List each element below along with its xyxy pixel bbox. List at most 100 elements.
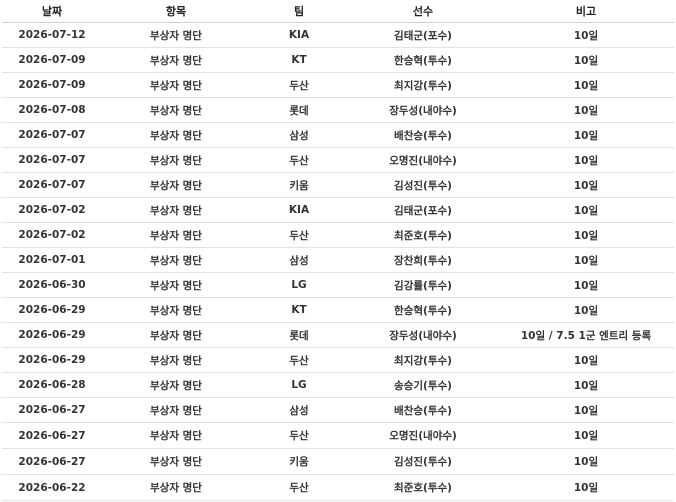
note-cell: 10일 <box>498 122 674 148</box>
date-cell: 2026-06-27 <box>2 448 102 475</box>
item-cell: 부상자 명단 <box>102 448 250 475</box>
team-cell: 두산 <box>250 72 348 98</box>
team-cell: 삼성 <box>250 397 348 423</box>
team-cell: 두산 <box>250 474 348 501</box>
team-cell: KIA <box>250 197 348 223</box>
table-row: 2026-06-22 부상자 명단 두산 최준호(투수) 10일 <box>2 474 674 501</box>
team-cell: 키움 <box>250 172 348 198</box>
table-row: 2026-07-07 부상자 명단 삼성 배찬승(투수) 10일 <box>2 122 674 148</box>
note-cell: 10일 <box>498 172 674 198</box>
player-cell: 한승혁(투수) <box>348 47 498 73</box>
date-cell: 2026-07-01 <box>2 247 102 273</box>
note-cell: 10일 <box>498 474 674 501</box>
table-row: 2026-07-09 부상자 명단 KT 한승혁(투수) 10일 <box>2 47 674 73</box>
date-cell: 2026-07-07 <box>2 172 102 198</box>
header-player: 선수 <box>348 0 498 23</box>
player-cell: 최준호(투수) <box>348 222 498 248</box>
table-row: 2026-07-01 부상자 명단 삼성 장찬희(투수) 10일 <box>2 247 674 273</box>
item-cell: 부상자 명단 <box>102 272 250 298</box>
item-cell: 부상자 명단 <box>102 422 250 449</box>
table-row: 2026-07-07 부상자 명단 두산 오명진(내야수) 10일 <box>2 147 674 173</box>
note-cell: 10일 <box>498 147 674 173</box>
note-cell: 10일 <box>498 197 674 223</box>
header-note: 비고 <box>498 0 674 23</box>
team-cell: 삼성 <box>250 247 348 273</box>
team-cell: 두산 <box>250 147 348 173</box>
note-cell: 10일 <box>498 97 674 123</box>
table-row: 2026-07-02 부상자 명단 KIA 김태군(포수) 10일 <box>2 197 674 223</box>
header-date: 날짜 <box>2 0 102 23</box>
date-cell: 2026-07-08 <box>2 97 102 123</box>
item-cell: 부상자 명단 <box>102 72 250 98</box>
note-cell: 10일 <box>498 297 674 323</box>
item-cell: 부상자 명단 <box>102 397 250 423</box>
date-cell: 2026-06-29 <box>2 322 102 348</box>
table-row: 2026-07-09 부상자 명단 두산 최지강(투수) 10일 <box>2 72 674 98</box>
date-cell: 2026-06-30 <box>2 272 102 298</box>
injury-list-page: 날짜 항목 팀 선수 비고 2026-07-12 부상자 명단 KIA 김태군(포수)… <box>0 0 676 502</box>
date-cell: 2026-07-09 <box>2 47 102 73</box>
table-row: 2026-06-27 부상자 명단 키움 김성진(투수) 10일 <box>2 448 674 475</box>
team-cell: LG <box>250 372 348 398</box>
player-cell: 장두성(내야수) <box>348 97 498 123</box>
player-cell: 최지강(투수) <box>348 72 498 98</box>
item-cell: 부상자 명단 <box>102 372 250 398</box>
player-cell: 김태군(포수) <box>348 197 498 223</box>
table-row: 2026-07-08 부상자 명단 롯데 장두성(내야수) 10일 <box>2 97 674 123</box>
team-cell: KIA <box>250 22 348 48</box>
date-cell: 2026-07-02 <box>2 197 102 223</box>
date-cell: 2026-06-27 <box>2 397 102 423</box>
item-cell: 부상자 명단 <box>102 222 250 248</box>
team-cell: KT <box>250 47 348 73</box>
item-cell: 부상자 명단 <box>102 172 250 198</box>
player-cell: 송승기(투수) <box>348 372 498 398</box>
table-row: 2026-07-07 부상자 명단 키움 김성진(투수) 10일 <box>2 172 674 198</box>
team-cell: 삼성 <box>250 122 348 148</box>
date-cell: 2026-07-09 <box>2 72 102 98</box>
date-cell: 2026-06-29 <box>2 297 102 323</box>
header-row: 날짜 항목 팀 선수 비고 <box>2 0 674 23</box>
team-cell: 두산 <box>250 222 348 248</box>
team-cell: KT <box>250 297 348 323</box>
player-cell: 김성진(투수) <box>348 448 498 475</box>
date-cell: 2026-06-22 <box>2 474 102 501</box>
note-cell: 10일 <box>498 247 674 273</box>
team-cell: LG <box>250 272 348 298</box>
date-cell: 2026-07-07 <box>2 122 102 148</box>
player-cell: 최준호(투수) <box>348 474 498 501</box>
team-cell: 두산 <box>250 422 348 449</box>
note-cell: 10일 <box>498 422 674 449</box>
table-header: 날짜 항목 팀 선수 비고 <box>2 0 674 23</box>
item-cell: 부상자 명단 <box>102 322 250 348</box>
table-row: 2026-07-12 부상자 명단 KIA 김태군(포수) 10일 <box>2 22 674 48</box>
team-cell: 롯데 <box>250 322 348 348</box>
item-cell: 부상자 명단 <box>102 97 250 123</box>
note-cell: 10일 <box>498 222 674 248</box>
date-cell: 2026-06-28 <box>2 372 102 398</box>
note-cell: 10일 <box>498 47 674 73</box>
note-cell: 10일 / 7.5 1군 엔트리 등록 <box>498 322 674 348</box>
note-cell: 10일 <box>498 272 674 298</box>
player-cell: 최지강(투수) <box>348 347 498 373</box>
item-cell: 부상자 명단 <box>102 197 250 223</box>
item-cell: 부상자 명단 <box>102 22 250 48</box>
table-row: 2026-06-27 부상자 명단 두산 오명진(내야수) 10일 <box>2 422 674 449</box>
item-cell: 부상자 명단 <box>102 297 250 323</box>
note-cell: 10일 <box>498 372 674 398</box>
player-cell: 김태군(포수) <box>348 22 498 48</box>
player-cell: 장찬희(투수) <box>348 247 498 273</box>
header-item: 항목 <box>102 0 250 23</box>
team-cell: 두산 <box>250 347 348 373</box>
player-cell: 한승혁(투수) <box>348 297 498 323</box>
date-cell: 2026-07-12 <box>2 22 102 48</box>
note-cell: 10일 <box>498 22 674 48</box>
note-cell: 10일 <box>498 347 674 373</box>
item-cell: 부상자 명단 <box>102 247 250 273</box>
item-cell: 부상자 명단 <box>102 474 250 501</box>
date-cell: 2026-07-07 <box>2 147 102 173</box>
note-cell: 10일 <box>498 397 674 423</box>
item-cell: 부상자 명단 <box>102 47 250 73</box>
date-cell: 2026-06-29 <box>2 347 102 373</box>
player-cell: 배찬승(투수) <box>348 122 498 148</box>
table-row: 2026-06-29 부상자 명단 두산 최지강(투수) 10일 <box>2 347 674 373</box>
